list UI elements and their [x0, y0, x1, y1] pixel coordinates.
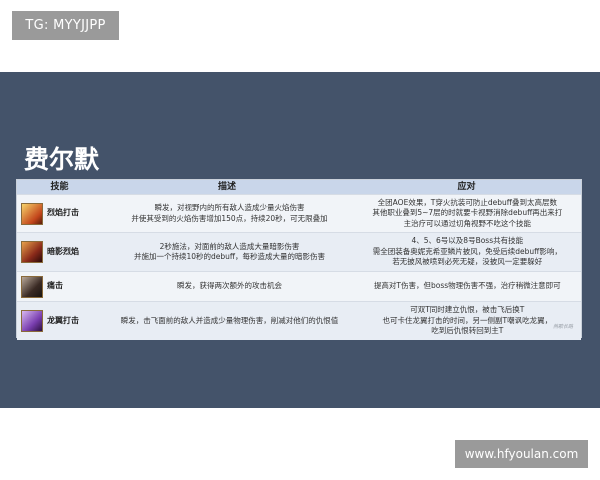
skill-name: 暗影烈焰	[47, 246, 79, 256]
header-description: 描述	[217, 182, 236, 192]
response-line: 可双T同时建立仇恨，被击飞后换T	[410, 305, 525, 315]
response-line: 也可卡住龙翼打击的时间，另一侧副T嘲讽吃龙翼，	[382, 315, 553, 325]
skill-name: 痛击	[47, 281, 63, 291]
fire-skill-icon	[21, 202, 43, 225]
response-line: 主治疗可以通过切角视野不吃这个技能	[403, 218, 532, 228]
skill-cell: 痛击	[17, 275, 105, 298]
watermark: 燕歌长路	[552, 323, 573, 330]
skill-name: 烈焰打击	[47, 208, 79, 218]
skill-cell: 烈焰打击	[17, 202, 105, 225]
tag-badge: TG: MYYJJPP	[12, 11, 119, 40]
skill-table: 技能 描述 应对 烈焰打击 瞬发，对视野内的所有敌人造成少量火焰伤害 并使其受到…	[16, 179, 582, 340]
page-title: 费尔默	[24, 145, 100, 174]
skill-cell: 暗影烈焰	[17, 241, 105, 263]
table-row: 龙翼打击 瞬发，击飞面前的敌人并造成少量物理伤害，削减对他们的仇恨值 可双T同时…	[17, 301, 581, 340]
response-cell: 可双T同时建立仇恨，被击飞后换T 也可卡住龙翼打击的时间，另一侧副T嘲讽吃龙翼，…	[354, 305, 581, 337]
response-line: 提高对T伤害，但boss物理伤害不强，治疗稍微注意即可	[373, 281, 561, 291]
description-cell: 2秒施法，对面前的敌人造成大量暗影伤害 并施加一个持续10秒的debuff，每秒…	[105, 242, 353, 263]
wing-buffet-skill-icon	[21, 310, 43, 332]
table-row: 暗影烈焰 2秒施法，对面前的敌人造成大量暗影伤害 并施加一个持续10秒的debu…	[17, 232, 581, 271]
description-line: 瞬发，对视野内的所有敌人造成少量火焰伤害	[154, 203, 305, 212]
response-cell: 4、5、6号以及8号Boss共有技能 需全团装备奥妮克希亚鳞片披风，免受后续de…	[354, 236, 581, 268]
rend-skill-icon	[21, 275, 43, 298]
response-line: 其他职业叠到5~7层的时就要卡视野消除debuff再出来打	[372, 208, 563, 218]
description-line: 瞬发，获得两次额外的攻击机会	[177, 281, 282, 291]
response-line: 吃到后仇恨转回到主T	[431, 326, 504, 336]
response-cell: 全团AOE效果，T穿火抗装可防止debuff叠到太高层数 其他职业叠到5~7层的…	[354, 198, 581, 230]
header-skill: 技能	[50, 182, 69, 192]
description-cell: 瞬发，对视野内的所有敌人造成少量火焰伤害 并使其受到的火焰伤害增加150点，持续…	[105, 203, 353, 224]
description-line: 并使其受到的火焰伤害增加150点，持续20秒，可无限叠加	[131, 213, 328, 223]
shadowflame-skill-icon	[21, 241, 43, 263]
table-row: 烈焰打击 瞬发，对视野内的所有敌人造成少量火焰伤害 并使其受到的火焰伤害增加15…	[17, 194, 581, 232]
description-line: 并施加一个持续10秒的debuff，每秒造成大量的暗影伤害	[133, 252, 326, 261]
response-line: 4、5、6号以及8号Boss共有技能	[411, 236, 524, 246]
response-line: 全团AOE效果，T穿火抗装可防止debuff叠到太高层数	[377, 197, 557, 207]
response-line: 需全团装备奥妮克希亚鳞片披风，免受后续debuff影响，	[372, 246, 562, 256]
skill-name: 龙翼打击	[47, 315, 79, 325]
description-line: 瞬发，击飞面前的敌人并造成少量物理伤害，削减对他们的仇恨值	[120, 315, 339, 325]
description-cell: 瞬发，击飞面前的敌人并造成少量物理伤害，削减对他们的仇恨值	[105, 316, 353, 327]
table-row: 痛击 瞬发，获得两次额外的攻击机会 提高对T伤害，但boss物理伤害不强，治疗稍…	[17, 271, 581, 301]
response-line: 若无披风被喷到必死无疑，没披风一定要躲好	[392, 257, 543, 267]
site-url-badge: www.hfyoulan.com	[455, 440, 588, 468]
skill-cell: 龙翼打击	[17, 310, 105, 332]
table-header: 技能 描述 应对	[17, 180, 581, 194]
description-cell: 瞬发，获得两次额外的攻击机会	[105, 281, 353, 292]
description-line: 2秒施法，对面前的敌人造成大量暗影伤害	[159, 241, 300, 251]
response-cell: 提高对T伤害，但boss物理伤害不强，治疗稍微注意即可	[354, 281, 581, 292]
header-response: 应对	[457, 182, 476, 192]
